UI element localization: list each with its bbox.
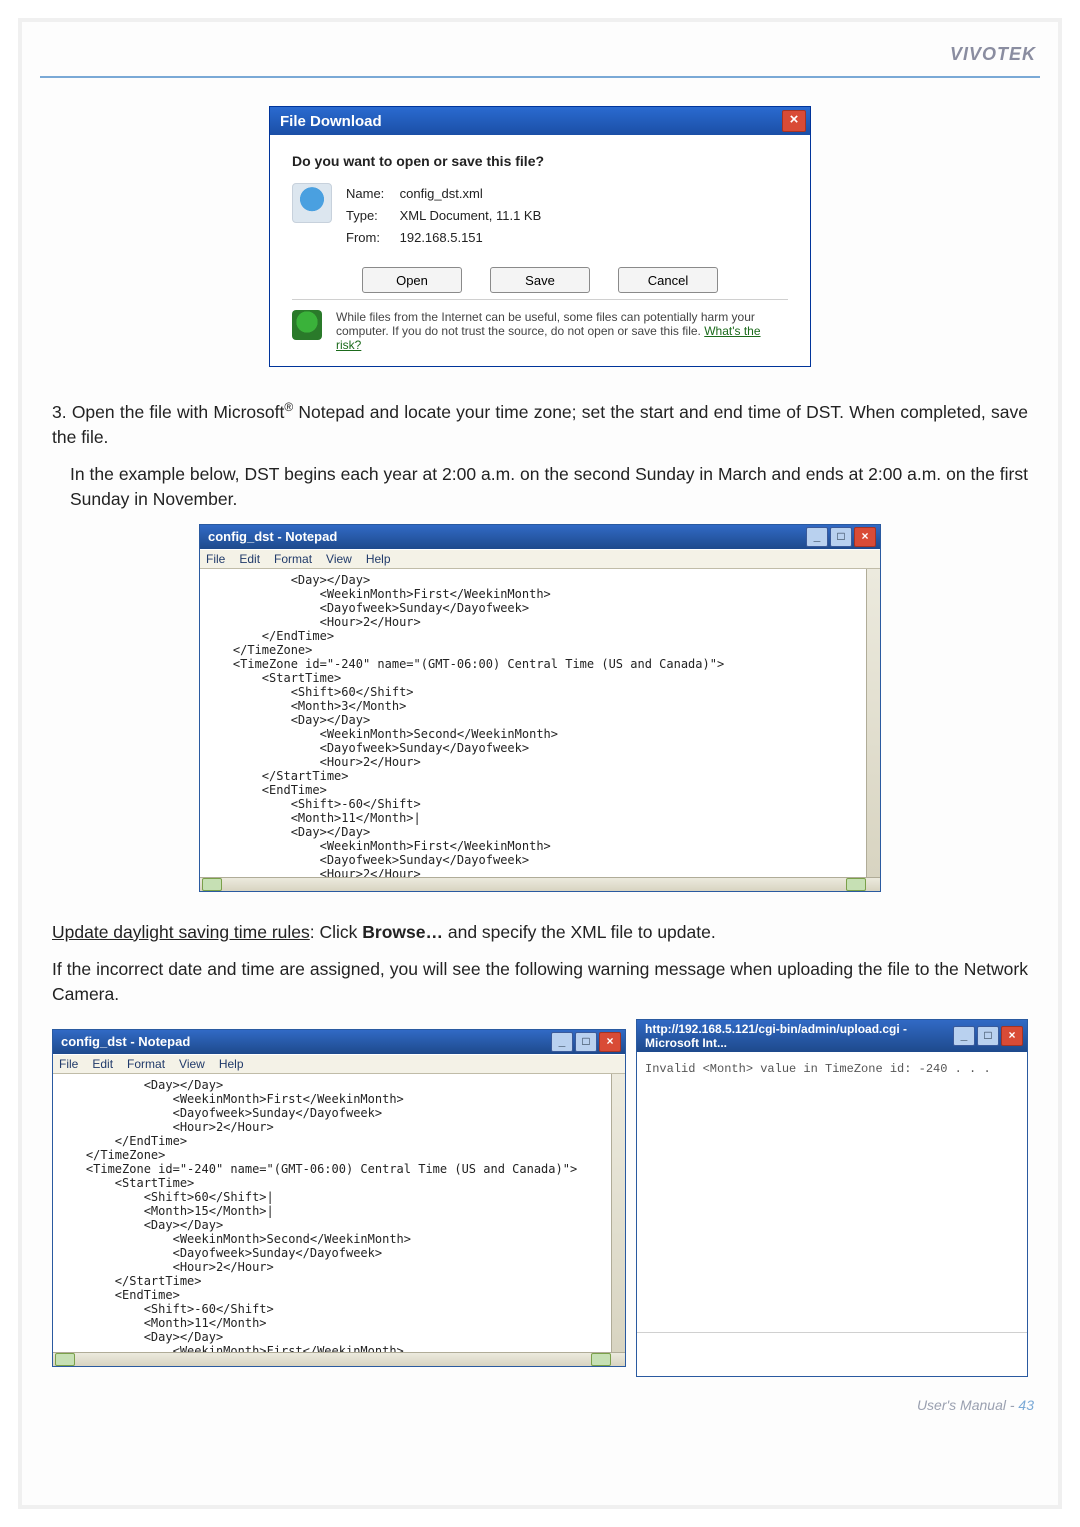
menu-edit[interactable]: Edit [92, 1057, 113, 1071]
ie-body: Invalid <Month> value in TimeZone id: -2… [637, 1052, 1027, 1333]
notepad2-content[interactable]: <Day></Day> <WeekinMonth>First</WeekinMo… [57, 1078, 621, 1352]
close-icon[interactable]: × [854, 527, 876, 547]
minimize-icon[interactable]: _ [953, 1026, 975, 1046]
menu-format[interactable]: Format [274, 552, 312, 566]
dialog-titlebar: File Download × [270, 107, 810, 135]
name-value: config_dst.xml [400, 186, 483, 201]
notepad1-content[interactable]: <Day></Day> <WeekinMonth>First</WeekinMo… [204, 573, 876, 877]
notepad-window-2: config_dst - Notepad _ □ × File Edit For… [52, 1029, 626, 1367]
scroll-thumb-right[interactable] [591, 1353, 611, 1366]
step3-paragraph: 3. Open the file with Microsoft® Notepad… [52, 395, 1028, 450]
menu-format[interactable]: Format [127, 1057, 165, 1071]
scroll-thumb-left[interactable] [202, 878, 222, 891]
update-paragraph: Update daylight saving time rules: Click… [52, 920, 1028, 945]
menu-help[interactable]: Help [366, 552, 391, 566]
type-value: XML Document, 11.1 KB [400, 208, 542, 223]
menu-file[interactable]: File [206, 552, 225, 566]
from-value: 192.168.5.151 [400, 230, 483, 245]
from-label: From: [346, 227, 396, 249]
notepad1-titlebar: config_dst - Notepad _ □ × [200, 525, 880, 549]
dialog-title: File Download [280, 113, 382, 130]
incorrect-paragraph: If the incorrect date and time are assig… [52, 957, 1028, 1007]
save-button[interactable]: Save [490, 267, 590, 293]
menu-help[interactable]: Help [219, 1057, 244, 1071]
maximize-icon[interactable]: □ [977, 1026, 999, 1046]
ie-title: http://192.168.5.121/cgi-bin/admin/uploa… [645, 1022, 953, 1050]
minimize-icon[interactable]: _ [806, 527, 828, 547]
menu-view[interactable]: View [179, 1057, 205, 1071]
notepad1-menubar: File Edit Format View Help [200, 549, 880, 569]
menu-edit[interactable]: Edit [239, 552, 260, 566]
notepad2-menubar: File Edit Format View Help [53, 1054, 625, 1074]
page-footer: User's Manual - 43 [40, 1397, 1040, 1413]
maximize-icon[interactable]: □ [575, 1032, 597, 1052]
close-icon[interactable]: × [782, 110, 806, 132]
cancel-button[interactable]: Cancel [618, 267, 718, 293]
menu-file[interactable]: File [59, 1057, 78, 1071]
page-number: 43 [1018, 1397, 1034, 1413]
close-icon[interactable]: × [599, 1032, 621, 1052]
minimize-icon[interactable]: _ [551, 1032, 573, 1052]
horizontal-scrollbar[interactable] [200, 877, 880, 891]
type-label: Type: [346, 205, 396, 227]
close-icon[interactable]: × [1001, 1026, 1023, 1046]
scroll-thumb-left[interactable] [55, 1353, 75, 1366]
brand-header: VIVOTEK [40, 44, 1040, 78]
vertical-scrollbar[interactable] [611, 1074, 625, 1352]
notepad-window-1: config_dst - Notepad _ □ × File Edit For… [199, 524, 881, 892]
file-details: Name: config_dst.xml Type: XML Document,… [346, 183, 541, 249]
open-button[interactable]: Open [362, 267, 462, 293]
scroll-thumb-right[interactable] [846, 878, 866, 891]
file-icon [292, 183, 332, 223]
dialog-warning: While files from the Internet can be use… [336, 310, 788, 352]
notepad1-title: config_dst - Notepad [208, 529, 337, 544]
shield-icon [292, 310, 322, 340]
browser-warning-window: http://192.168.5.121/cgi-bin/admin/uploa… [636, 1019, 1028, 1377]
notepad2-titlebar: config_dst - Notepad _ □ × [53, 1030, 625, 1054]
dialog-question: Do you want to open or save this file? [292, 153, 788, 169]
notepad2-title: config_dst - Notepad [61, 1034, 190, 1049]
name-label: Name: [346, 183, 396, 205]
maximize-icon[interactable]: □ [830, 527, 852, 547]
horizontal-scrollbar[interactable] [53, 1352, 625, 1366]
vertical-scrollbar[interactable] [866, 569, 880, 877]
file-download-dialog: File Download × Do you want to open or s… [269, 106, 811, 367]
menu-view[interactable]: View [326, 552, 352, 566]
example-paragraph: In the example below, DST begins each ye… [52, 462, 1028, 512]
ie-titlebar: http://192.168.5.121/cgi-bin/admin/uploa… [637, 1020, 1027, 1052]
ie-warning-message: Invalid <Month> value in TimeZone id: -2… [645, 1062, 1019, 1076]
